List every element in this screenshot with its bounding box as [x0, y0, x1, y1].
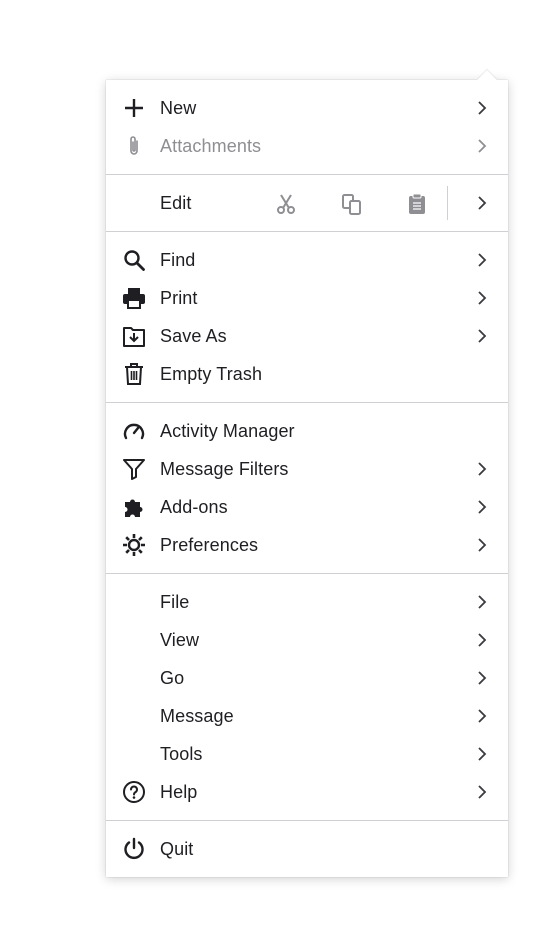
menu-item-addons[interactable]: Add-ons: [106, 488, 508, 526]
menu-item-label: File: [160, 591, 190, 612]
chevron-right-icon: [478, 595, 487, 609]
chevron-right-icon: [478, 633, 487, 647]
menu-item-activity-manager[interactable]: Activity Manager: [106, 412, 508, 450]
menu-item-label: Empty Trash: [160, 363, 263, 384]
chevron-right-icon: [478, 462, 487, 476]
chevron-right-icon: [478, 253, 487, 267]
gauge-icon: [122, 419, 146, 443]
menu-item-label: Print: [160, 287, 198, 308]
chevron-right-icon: [478, 538, 487, 552]
help-icon: [122, 780, 146, 804]
chevron-right-icon: [478, 785, 487, 799]
edit-separator: [447, 186, 448, 220]
printer-icon: [122, 286, 146, 310]
menu-item-label: Preferences: [160, 534, 259, 555]
clipboard-icon[interactable]: [404, 191, 430, 217]
chevron-right-icon: [478, 139, 487, 153]
separator: [106, 174, 508, 175]
menu-item-label: Go: [160, 667, 185, 688]
menu-item-tools[interactable]: Tools: [106, 735, 508, 773]
chevron-right-icon: [478, 329, 487, 343]
save-folder-icon: [122, 324, 146, 348]
chevron-right-icon[interactable]: [474, 195, 490, 211]
menu-item-go[interactable]: Go: [106, 659, 508, 697]
chevron-right-icon: [478, 500, 487, 514]
gear-icon: [122, 533, 146, 557]
search-icon: [122, 248, 146, 272]
menu-item-empty-trash[interactable]: Empty Trash: [106, 355, 508, 393]
paperclip-icon: [122, 134, 146, 158]
chevron-right-icon: [478, 709, 487, 723]
chevron-right-icon: [478, 747, 487, 761]
menu-item-message-filters[interactable]: Message Filters: [106, 450, 508, 488]
filter-icon: [122, 457, 146, 481]
puzzle-piece-icon: [122, 495, 146, 519]
menu-item-message[interactable]: Message: [106, 697, 508, 735]
menu-item-label: Activity Manager: [160, 420, 295, 441]
menu-item-label: Tools: [160, 743, 203, 764]
menu-item-new[interactable]: New: [106, 89, 508, 127]
menu-item-label: Add-ons: [160, 496, 228, 517]
menu-item-view[interactable]: View: [106, 621, 508, 659]
trash-icon: [122, 362, 146, 386]
menu-item-label: Attachments: [160, 135, 262, 156]
scissors-icon[interactable]: [273, 191, 299, 217]
menu-item-edit[interactable]: Edit: [106, 184, 508, 222]
chevron-right-icon: [478, 101, 487, 115]
menu-item-print[interactable]: Print: [106, 279, 508, 317]
separator: [106, 573, 508, 574]
menu-item-file[interactable]: File: [106, 583, 508, 621]
menu-item-save-as[interactable]: Save As: [106, 317, 508, 355]
menu-item-find[interactable]: Find: [106, 241, 508, 279]
menu-item-label: Message: [160, 705, 234, 726]
menu-item-quit[interactable]: Quit: [106, 830, 508, 868]
menu-item-help[interactable]: Help: [106, 773, 508, 811]
menu-item-label: Save As: [160, 325, 227, 346]
menu-item-label: Edit: [160, 192, 192, 213]
menu-item-label: View: [160, 629, 200, 650]
copy-icon[interactable]: [339, 191, 365, 217]
separator: [106, 231, 508, 232]
plus-icon: [122, 96, 146, 120]
app-menu-panel: New Attachments Edit Find Print Save As …: [106, 70, 508, 877]
menu-item-label: Find: [160, 249, 196, 270]
power-icon: [122, 837, 146, 861]
separator: [106, 820, 508, 821]
menu-item-label: Message Filters: [160, 458, 289, 479]
separator: [106, 402, 508, 403]
menu-item-attachments[interactable]: Attachments: [106, 127, 508, 165]
menu-item-label: Help: [160, 781, 198, 802]
chevron-right-icon: [478, 671, 487, 685]
menu-item-label: New: [160, 97, 197, 118]
menu-item-label: Quit: [160, 838, 194, 859]
chevron-right-icon: [478, 291, 487, 305]
menu-item-preferences[interactable]: Preferences: [106, 526, 508, 564]
